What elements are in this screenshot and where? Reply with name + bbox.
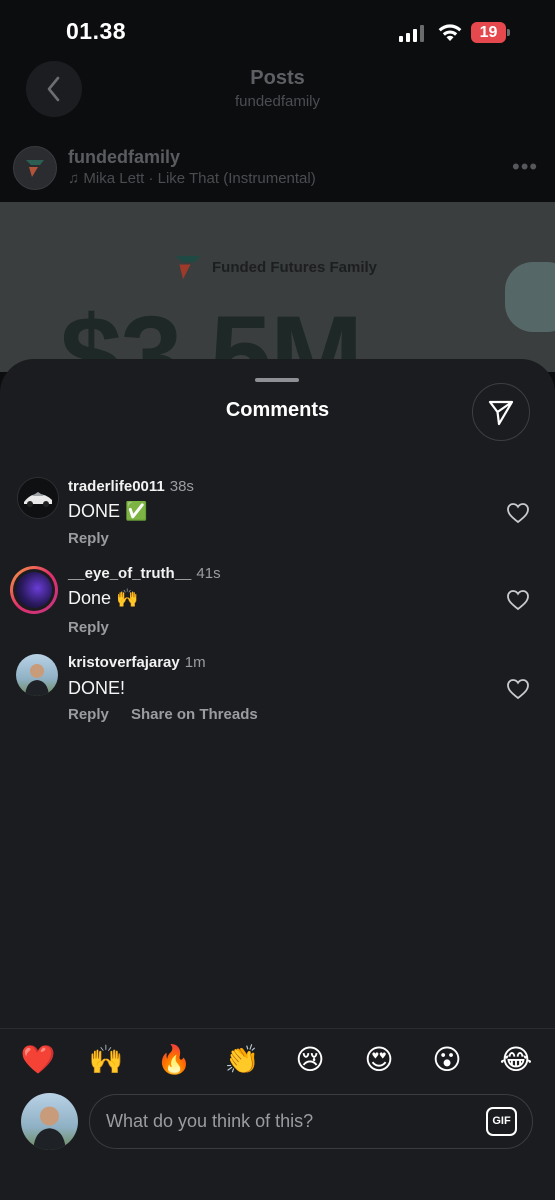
cellular-signal-icon [399, 25, 424, 42]
post-author-avatar[interactable] [13, 146, 57, 190]
car-image [18, 478, 58, 518]
like-heart-icon[interactable] [506, 678, 530, 700]
post-author-username[interactable]: fundedfamily [68, 147, 180, 168]
wifi-icon [438, 24, 462, 41]
post-music[interactable]: ♫ Mika Lett · Like That (Instrumental) [68, 170, 316, 187]
emoji-laughing[interactable]: 😂 [496, 1040, 536, 1080]
like-heart-icon[interactable] [506, 502, 530, 524]
share-on-threads-button[interactable]: Share on Threads [131, 706, 258, 723]
reply-button[interactable]: Reply [68, 530, 109, 547]
comment-username[interactable]: kristoverfajaray [68, 654, 180, 671]
person-photo [33, 1106, 66, 1150]
comment-meta: kristoverfajaray 1m [68, 654, 206, 672]
reply-button[interactable]: Reply [68, 619, 109, 636]
comment-username[interactable]: __eye_of_truth__ [68, 565, 191, 582]
commenter-avatar[interactable] [16, 654, 58, 696]
commenter-avatar[interactable] [17, 477, 59, 519]
reply-button[interactable]: Reply [68, 706, 109, 723]
page-subtitle: fundedfamily [234, 93, 321, 110]
battery-icon: 19 [471, 22, 511, 43]
comment-input-placeholder: What do you think of this? [106, 1111, 314, 1131]
divider [0, 1028, 555, 1029]
more-options-icon[interactable]: ••• [512, 154, 538, 180]
status-time: 01.38 [66, 18, 127, 44]
comment-text: Done 🙌 [68, 588, 139, 608]
music-note-icon: ♫ [68, 170, 80, 187]
emoji-heart-eyes[interactable]: 😍 [359, 1040, 399, 1080]
comment-meta: traderlife0011 38s [68, 478, 194, 496]
funded-family-logo-icon [26, 160, 44, 177]
post-brand: Funded Futures Family [172, 251, 377, 283]
emoji-reaction-bar: ❤️ 🙌 🔥 👏 😢 😍 😮 😂 [0, 1040, 555, 1080]
page-title: Posts [250, 67, 305, 89]
comment-username[interactable]: traderlife0011 [68, 478, 165, 495]
comment-text: DONE! [68, 678, 126, 698]
send-icon [488, 400, 514, 426]
comment-time: 1m [184, 654, 206, 671]
like-heart-icon[interactable] [506, 589, 530, 611]
emoji-heart[interactable]: ❤️ [18, 1040, 58, 1080]
comment-meta: __eye_of_truth__ 41s [68, 565, 221, 583]
emoji-fire[interactable]: 🔥 [154, 1040, 194, 1080]
emoji-clap[interactable]: 👏 [222, 1040, 262, 1080]
share-button[interactable] [472, 383, 530, 441]
emoji-surprised[interactable]: 😮 [427, 1040, 467, 1080]
commenter-avatar-story[interactable] [10, 566, 58, 614]
battery-level: 19 [479, 24, 498, 41]
comment-text: DONE ✅ [68, 501, 148, 521]
comment-time: 38s [169, 478, 194, 495]
gif-button[interactable]: GIF [486, 1107, 517, 1136]
person-photo [25, 664, 49, 696]
brand-name: Funded Futures Family [212, 258, 378, 276]
comment-time: 41s [196, 565, 221, 582]
emoji-crying[interactable]: 😢 [290, 1040, 330, 1080]
post-music-label: Mika Lett · Like That (Instrumental) [83, 170, 316, 187]
decorative-shape [505, 262, 555, 332]
sheet-grabber[interactable] [255, 378, 299, 382]
brand-logo-icon [175, 255, 201, 280]
current-user-avatar[interactable] [21, 1093, 78, 1150]
emoji-raised-hands[interactable]: 🙌 [86, 1040, 126, 1080]
